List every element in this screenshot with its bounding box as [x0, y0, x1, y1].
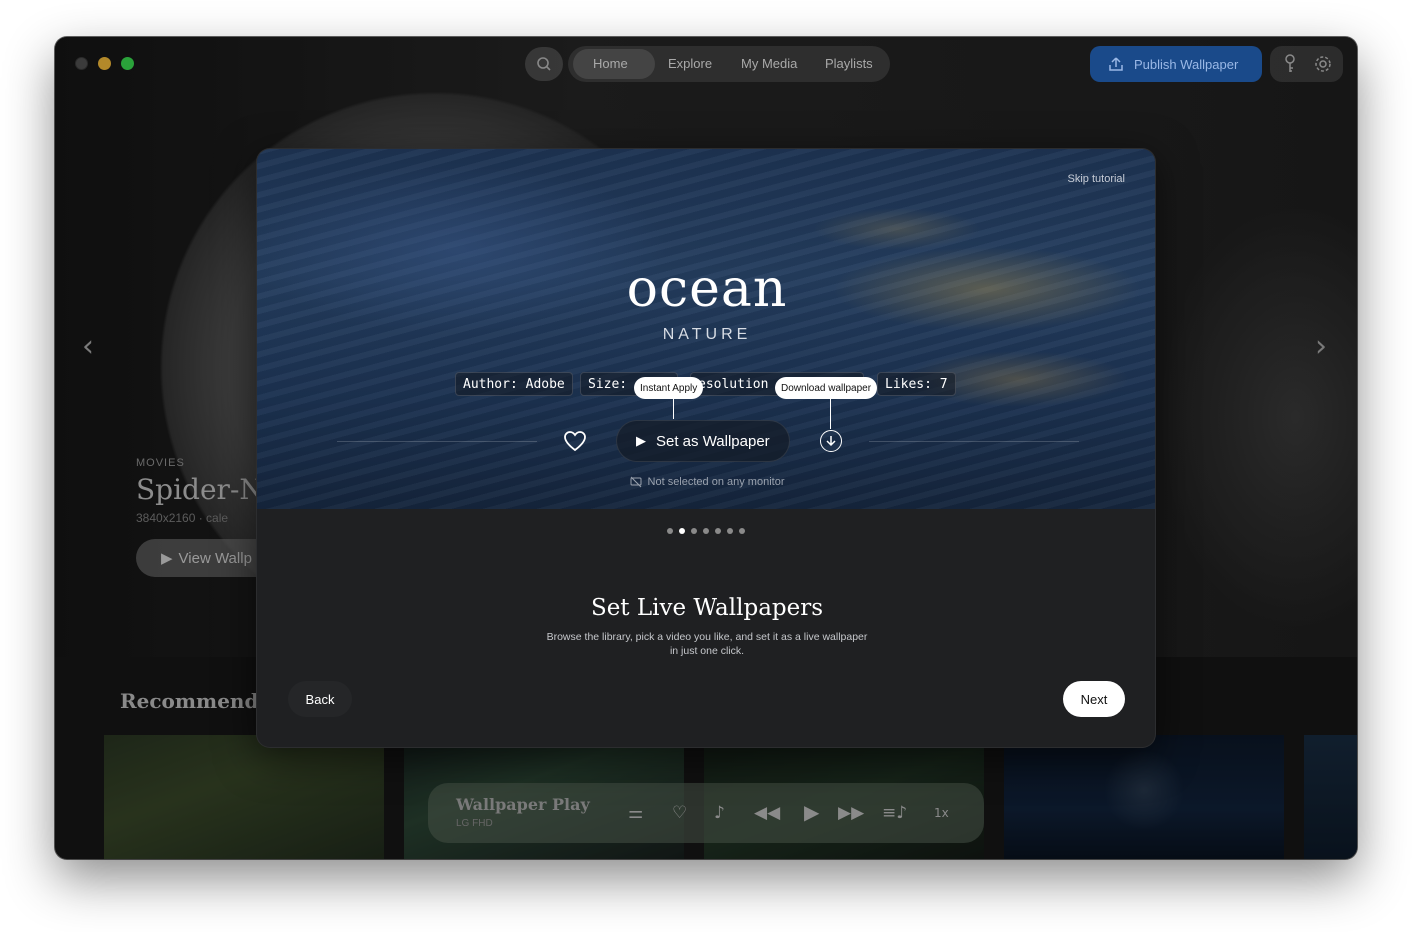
step-dot [739, 528, 745, 534]
rewind-icon[interactable]: ◀◀ [754, 803, 780, 823]
wallpaper-tile[interactable] [1304, 735, 1357, 859]
publish-label: Publish Wallpaper [1134, 56, 1239, 72]
tab-my-media[interactable]: My Media [741, 56, 797, 71]
monitor-status-text: Not selected on any monitor [647, 476, 785, 488]
likes-chip: Likes: 7 [877, 372, 956, 396]
step-indicator [667, 528, 745, 534]
music-note-icon[interactable]: ♪ [714, 803, 725, 823]
step-description: Browse the library, pick a video you lik… [546, 631, 868, 657]
view-wallpaper-label: View Wallp [178, 549, 252, 567]
set-wallpaper-label: Set as Wallpaper [656, 432, 770, 450]
window-maximize-button[interactable] [121, 57, 134, 70]
divider [869, 441, 1079, 442]
wallpaper-title: ocean [626, 259, 788, 319]
next-button[interactable]: Next [1063, 681, 1125, 717]
hero-meta: 3840x2160 · cale [136, 511, 229, 525]
like-button[interactable] [563, 429, 587, 453]
step-dot [667, 528, 673, 534]
toggle-icon[interactable]: ⚌ [628, 803, 643, 823]
publish-wallpaper-button[interactable]: Publish Wallpaper [1090, 46, 1262, 82]
wallpaper-tile[interactable] [104, 735, 384, 859]
playlist-icon[interactable]: ≡♪ [882, 803, 907, 823]
tile-overlay [1304, 735, 1357, 859]
step-title: Set Live Wallpapers [590, 595, 824, 621]
hero-category: MOVIES [136, 457, 185, 469]
set-as-wallpaper-button[interactable]: ▶ Set as Wallpaper [616, 420, 790, 462]
heart-icon[interactable]: ♡ [672, 803, 687, 823]
app-window: Home Explore My Media Playlists Publish … [55, 37, 1357, 859]
tooltip-connector [830, 399, 831, 429]
download-tooltip: Download wallpaper [775, 377, 878, 399]
toolbar-right-group [1270, 46, 1343, 82]
tutorial-modal: Skip tutorial ocean NATURE Author: Adobe… [256, 148, 1156, 748]
download-button[interactable] [820, 430, 842, 452]
window-close-button[interactable] [75, 57, 88, 70]
gear-icon[interactable] [1313, 54, 1333, 74]
wallpaper-tile[interactable] [1004, 735, 1284, 859]
play-icon: ▶ [636, 433, 646, 448]
back-button[interactable]: Back [288, 681, 352, 717]
speed-button[interactable]: 1x [934, 806, 949, 820]
step-dot [715, 528, 721, 534]
search-icon [537, 57, 551, 71]
download-icon [826, 436, 836, 447]
hero-prev-icon[interactable]: ‹ [82, 329, 94, 364]
step-dot [727, 528, 733, 534]
step-dot-active [679, 528, 685, 534]
play-icon: ▶ [161, 550, 173, 567]
tile-overlay [1004, 735, 1284, 859]
wallpaper-category: NATURE [662, 326, 752, 343]
step-dot [703, 528, 709, 534]
skip-tutorial-link[interactable]: Skip tutorial [1068, 173, 1125, 185]
tooltip-connector [673, 399, 674, 419]
fast-forward-icon[interactable]: ▶▶ [838, 803, 864, 823]
wallpaper-preview: Skip tutorial ocean NATURE Author: Adobe… [257, 149, 1155, 509]
search-button[interactable] [525, 47, 563, 81]
hero-next-icon[interactable]: › [1315, 329, 1327, 364]
step-dot [691, 528, 697, 534]
key-icon[interactable] [1283, 54, 1297, 74]
divider [337, 441, 537, 442]
instant-apply-tooltip: Instant Apply [634, 377, 704, 399]
monitor-status: Not selected on any monitor [257, 476, 1155, 488]
mini-player: Wallpaper Play LG FHD ⚌ ♡ ♪ ◀◀ ▶ ▶▶ ≡♪ 1… [428, 783, 984, 843]
heart-icon [564, 431, 586, 452]
player-monitor: LG FHD [456, 818, 493, 829]
window-minimize-button[interactable] [98, 57, 111, 70]
tab-playlists[interactable]: Playlists [825, 56, 873, 71]
tab-explore[interactable]: Explore [668, 56, 712, 71]
player-title: Wallpaper Play [456, 795, 590, 814]
upload-icon [1109, 57, 1123, 71]
play-icon[interactable]: ▶ [804, 800, 819, 824]
tile-overlay [104, 735, 384, 859]
author-chip: Author: Adobe [455, 372, 573, 396]
tab-home[interactable]: Home [593, 56, 628, 71]
monitor-off-icon [630, 476, 642, 488]
